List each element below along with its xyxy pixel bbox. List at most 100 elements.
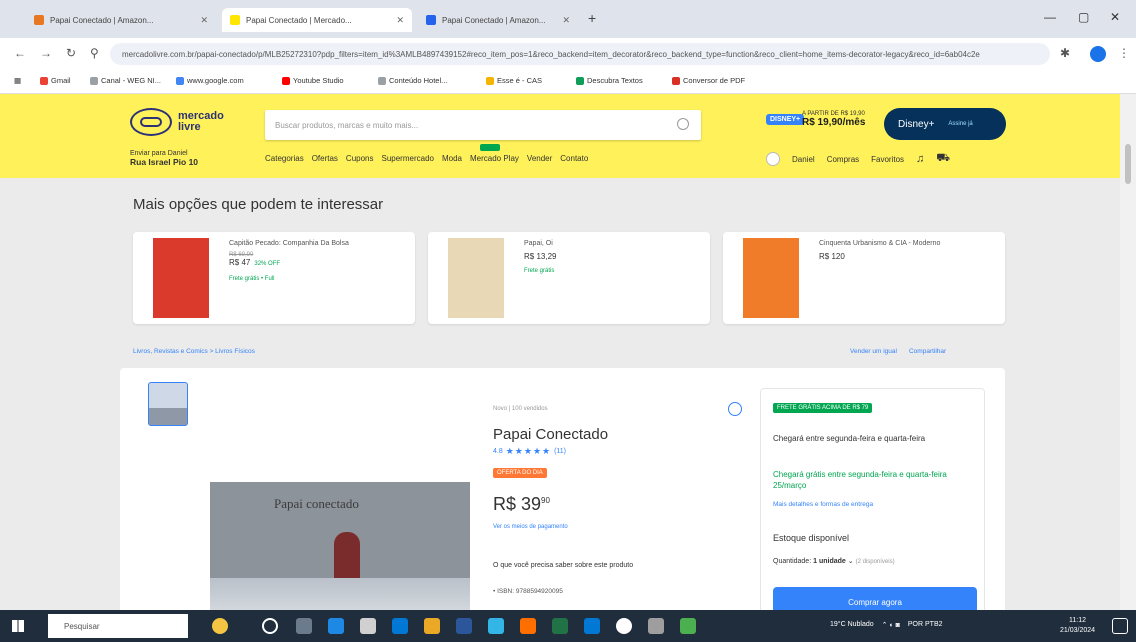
bookmark-6[interactable]: Descubra Textos (576, 76, 643, 85)
product-rating[interactable]: 4.8 ★★★★★ (11) (493, 446, 566, 457)
user-nav: Daniel Compras Favoritos ♫ ⛟ (766, 152, 950, 166)
heart-icon[interactable] (728, 402, 742, 416)
keyboard-language[interactable]: POR PTB2 (908, 621, 943, 629)
edge-icon[interactable] (328, 618, 344, 634)
notifications-icon[interactable] (1112, 618, 1128, 634)
folder-icon[interactable] (424, 618, 440, 634)
close-window-icon[interactable]: ✕ (1110, 10, 1120, 24)
extensions-icon[interactable]: ✱ (1060, 46, 1070, 60)
product-cover-image[interactable]: Papai conectado (210, 482, 470, 618)
product-isbn: • ISBN: 9788594920095 (493, 588, 563, 595)
app-icon[interactable] (520, 618, 536, 634)
delivery-location[interactable]: Enviar para Daniel Rua Israel Pio 10 (130, 150, 198, 168)
user-name[interactable]: Daniel (792, 155, 815, 164)
bookmark-2[interactable]: www.google.com (176, 76, 244, 85)
page-scrollbar[interactable] (1120, 94, 1136, 610)
amazon-favicon-icon (426, 15, 436, 25)
scrollbar-thumb[interactable] (1125, 144, 1131, 184)
widgets-icon[interactable] (296, 618, 312, 634)
nav-favoritos[interactable]: Favoritos (871, 155, 904, 164)
mail-icon[interactable] (584, 618, 600, 634)
task-view-icon[interactable] (262, 618, 278, 634)
book-cover-image (743, 238, 799, 318)
new-tab-icon[interactable]: + (588, 10, 596, 26)
apps-icon[interactable]: ▦ (14, 76, 21, 85)
share-links: Vender um igual Compartilhar (850, 348, 946, 355)
rec-price: R$ 47 32% OFF (229, 258, 281, 267)
bookmarks-bar: ▦ Gmail Canal - WEG NI... www.google.com… (0, 70, 1136, 94)
chrome-icon[interactable] (616, 618, 632, 634)
close-tab-icon[interactable]: ✕ (200, 15, 208, 26)
search-icon[interactable] (677, 118, 689, 130)
rec-card-1[interactable]: Capitão Pecado: Companhia Da Bolsa R$ 69… (133, 232, 415, 324)
system-tray: 19°C Nublado ⌃ ◐ ◙ POR PTB2 (830, 621, 943, 629)
free-shipping-badge: FRETE GRÁTIS ACIMA DE R$ 79 (773, 403, 873, 413)
rec-card-3[interactable]: Cinquenta Urbanismo & CIA - Moderno R$ 1… (723, 232, 1005, 324)
back-icon[interactable]: ← (14, 46, 26, 60)
sell-similar-link[interactable]: Vender um igual (850, 348, 897, 355)
close-tab-icon[interactable]: ✕ (396, 15, 404, 26)
nav-mercado-play[interactable]: Mercado Play (470, 144, 519, 163)
rec-shipping: Frete grátis • Full (229, 276, 275, 282)
bookmark-3[interactable]: Youtube Studio (282, 76, 344, 85)
share-link[interactable]: Compartilhar (909, 348, 946, 355)
tray-icons[interactable]: ⌃ ◐ ◙ (882, 621, 900, 629)
browser-tab-2[interactable]: Papai Conectado | Mercado... ✕ (222, 8, 412, 32)
url-input[interactable]: mercadolivre.com.br/papai-conectado/p/ML… (110, 43, 1050, 65)
reload-icon[interactable]: ↻ (66, 46, 76, 60)
nav-supermercado[interactable]: Supermercado (382, 154, 434, 163)
taskbar-search-input[interactable]: Pesquisar (48, 614, 188, 638)
bookmark-4[interactable]: Conteúdo Hotel... (378, 76, 447, 85)
bell-icon[interactable]: ♫ (916, 153, 924, 165)
mercadolivre-logo[interactable]: mercado livre (130, 108, 224, 136)
payment-methods-link[interactable]: Ver os meios de pagamento (493, 524, 568, 530)
nav-vender[interactable]: Vender (527, 154, 552, 163)
search-input[interactable]: Buscar produtos, marcas e muito mais... (265, 110, 701, 140)
bookmark-7[interactable]: Conversor de PDF (672, 76, 745, 85)
rec-title: Papai, Oi (524, 240, 553, 247)
product-panel: Papai conectado Novo | 100 vendidos Papa… (120, 368, 1005, 618)
shipping-details-link[interactable]: Mais detalhes e formas de entrega (773, 501, 873, 508)
site-info-icon[interactable]: ⚲ (90, 46, 99, 60)
address-bar: ← → ↻ ⚲ mercadolivre.com.br/papai-conect… (0, 38, 1136, 70)
file-explorer-icon[interactable] (360, 618, 376, 634)
bookmark-1[interactable]: Canal - WEG NI... (90, 76, 161, 85)
browser-tab-3[interactable]: Papai Conectado | Amazon... ✕ (418, 8, 578, 32)
photos-icon[interactable] (488, 618, 504, 634)
nav-cupons[interactable]: Cupons (346, 154, 374, 163)
bookmark-0[interactable]: Gmail (40, 76, 71, 85)
clock[interactable]: 11:12 21/03/2024 (1060, 616, 1095, 636)
forward-icon[interactable]: → (40, 46, 52, 60)
user-avatar[interactable] (766, 152, 780, 166)
quantity-selector[interactable]: Quantidade: 1 unidade ⌄ (2 disponíveis) (773, 557, 895, 565)
maximize-icon[interactable]: ▢ (1078, 10, 1089, 24)
disney-button[interactable]: Disney+ Assine já (884, 108, 1006, 140)
gallery-thumbnail[interactable] (148, 382, 188, 426)
word-icon[interactable] (456, 618, 472, 634)
store-icon[interactable] (392, 618, 408, 634)
browser-tab-1[interactable]: Papai Conectado | Amazon... ✕ (26, 8, 216, 32)
cart-icon[interactable]: ⛟ (936, 152, 950, 166)
weather-widget-icon[interactable] (212, 618, 228, 634)
excel-icon[interactable] (552, 618, 568, 634)
windows-start-icon[interactable] (12, 620, 24, 632)
minimize-icon[interactable]: — (1044, 10, 1056, 24)
nav-contato[interactable]: Contato (560, 154, 588, 163)
app-icon[interactable] (680, 618, 696, 634)
app-icon[interactable] (648, 618, 664, 634)
nav-moda[interactable]: Moda (442, 154, 462, 163)
profile-avatar[interactable] (1090, 46, 1106, 62)
rec-card-2[interactable]: Papai, Oi R$ 13,29 Frete grátis (428, 232, 710, 324)
tab-label: Papai Conectado | Mercado... (246, 15, 352, 25)
product-title: Papai Conectado (493, 426, 609, 443)
nav-categorias[interactable]: Categorias (265, 154, 304, 163)
close-tab-icon[interactable]: ✕ (562, 15, 570, 26)
breadcrumb[interactable]: Livros, Revistas e Comics > Livros Físic… (133, 348, 255, 355)
tab-label: Papai Conectado | Amazon... (50, 15, 154, 25)
menu-icon[interactable]: ⋮ (1118, 46, 1130, 60)
bookmark-5[interactable]: Esse é - CAS (486, 76, 542, 85)
nav-ofertas[interactable]: Ofertas (312, 154, 338, 163)
weather-status[interactable]: 19°C Nublado (830, 621, 874, 629)
disney-promo-banner[interactable]: DISNEY+ A PARTIR DE R$ 19,90 R$ 19,90/mês… (766, 108, 1006, 142)
nav-compras[interactable]: Compras (827, 155, 859, 164)
